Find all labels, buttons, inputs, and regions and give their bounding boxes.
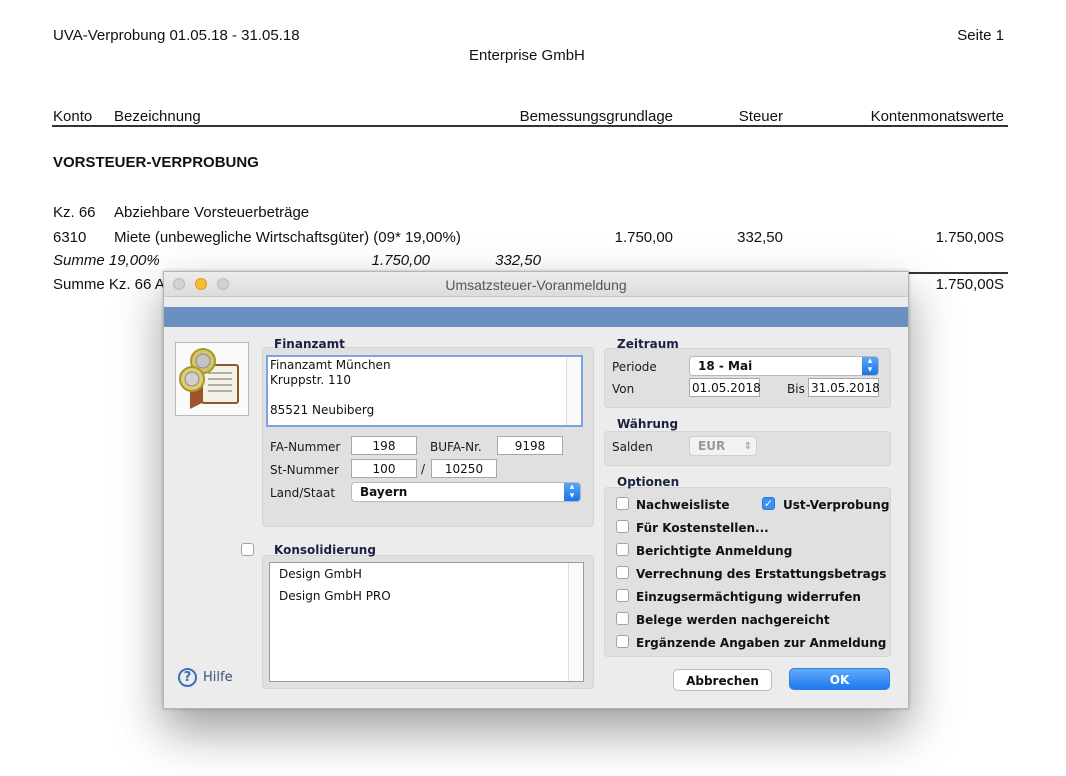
col-kontenmonatswerte: Kontenmonatswerte: [870, 108, 1004, 125]
summe-kz-label: Summe Kz. 66 A: [53, 276, 165, 293]
ust-verprobung-label: Ust-Verprobung: [783, 498, 890, 512]
optionen-heading: Optionen: [617, 475, 680, 489]
report-header-title: UVA-Verprobung 01.05.18 - 31.05.18: [53, 27, 300, 44]
belege-checkbox[interactable]: [616, 612, 629, 625]
summe-rate-steuer: 332,50: [495, 252, 541, 269]
group-label: Abziehbare Vorsteuerbeträge: [114, 204, 310, 221]
address-line: [270, 388, 579, 403]
summe-kz-wert: 1.750,00S: [935, 276, 1004, 293]
land-label: Land/Staat: [270, 486, 336, 500]
ergaenzende-angaben-label: Ergänzende Angaben zur Anmeldung: [636, 636, 887, 650]
section-title: VORSTEUER-VERPROBUNG: [53, 154, 259, 171]
help-label: Hilfe: [203, 670, 233, 685]
col-bemessung: Bemessungsgrundlage: [519, 108, 673, 125]
company-name: Enterprise GmbH: [469, 47, 585, 64]
col-konto: Konto: [53, 108, 93, 125]
list-item[interactable]: Design GmbH PRO: [279, 589, 391, 603]
von-label: Von: [612, 382, 635, 396]
chevron-updown-icon: ⇕: [743, 441, 752, 452]
summe-divider: [908, 272, 1008, 274]
periode-label: Periode: [612, 360, 657, 374]
bufa-label: BUFA-Nr.: [430, 440, 482, 454]
einzugsermaechtigung-checkbox[interactable]: [616, 589, 629, 602]
periode-value: 18 - Mai: [698, 359, 753, 373]
konsolidierung-checkbox[interactable]: [241, 543, 254, 556]
salden-value: EUR: [698, 439, 726, 453]
summe-rate-bemessung: 1.750,00: [371, 252, 430, 269]
ergaenzende-angaben-checkbox[interactable]: [616, 635, 629, 648]
berichtigte-anmeldung-label: Berichtigte Anmeldung: [636, 544, 793, 558]
help-icon: ?: [178, 668, 197, 687]
ust-verprobung-checkbox[interactable]: ✓: [762, 497, 775, 510]
konsolidierung-list[interactable]: Design GmbH Design GmbH PRO: [269, 562, 584, 682]
col-steuer: Steuer: [738, 108, 783, 125]
von-date-field[interactable]: 01.05.2018: [689, 378, 761, 397]
row-konto: 6310: [53, 229, 87, 246]
kostenstellen-checkbox[interactable]: [616, 520, 629, 533]
ok-button[interactable]: OK: [789, 668, 890, 690]
page-number: Seite 1: [957, 27, 1004, 44]
bufa-field[interactable]: 9198: [497, 436, 563, 455]
finanzamt-address-textarea[interactable]: Finanzamt München Kruppstr. 110 85521 Ne…: [266, 355, 583, 427]
nachweisliste-label: Nachweisliste: [636, 498, 730, 512]
header-divider: [52, 125, 1008, 127]
land-value: Bayern: [360, 485, 408, 499]
st-nummer-label: St-Nummer: [270, 463, 339, 477]
bis-date-field[interactable]: 31.05.2018: [808, 378, 880, 397]
chevron-updown-icon: ▴ ▾: [564, 483, 580, 501]
address-line: 85521 Neubiberg: [270, 403, 375, 417]
st-nummer-field-1[interactable]: 100: [351, 459, 417, 478]
title-bar[interactable]: Umsatzsteuer-Voranmeldung: [164, 272, 908, 297]
row-bemessung: 1.750,00: [614, 229, 673, 246]
finanzamt-heading: Finanzamt: [274, 337, 345, 351]
zeitraum-heading: Zeitraum: [617, 337, 679, 351]
coins-book-icon: [175, 342, 249, 416]
nachweisliste-checkbox[interactable]: [616, 497, 629, 510]
address-scrollbar[interactable]: [566, 357, 581, 425]
summe-rate-label: Summe 19,00%: [53, 252, 160, 269]
address-line: Kruppstr. 110: [270, 373, 351, 387]
group-kz: Kz. 66: [53, 204, 96, 221]
periode-select[interactable]: 18 - Mai ▴ ▾: [689, 356, 879, 376]
konsolidierung-heading: Konsolidierung: [274, 543, 376, 557]
verrechnung-label: Verrechnung des Erstattungsbetrags: [636, 567, 887, 581]
land-select[interactable]: Bayern ▴ ▾: [351, 482, 581, 502]
waehrung-heading: Währung: [617, 417, 679, 431]
row-bezeichnung: Miete (unbewegliche Wirtschaftsgüter) (0…: [114, 229, 461, 246]
header-band: [164, 307, 908, 327]
belege-label: Belege werden nachgereicht: [636, 613, 830, 627]
salden-select[interactable]: EUR ⇕: [689, 436, 757, 456]
bis-label: Bis: [787, 382, 805, 396]
st-nummer-field-2[interactable]: 10250: [431, 459, 497, 478]
fa-nummer-label: FA-Nummer: [270, 440, 341, 454]
dialog-title: Umsatzsteuer-Voranmeldung: [445, 277, 627, 293]
address-line: Finanzamt München: [270, 358, 391, 372]
einzugsermaechtigung-label: Einzugsermächtigung widerrufen: [636, 590, 861, 604]
kostenstellen-label: Für Kostenstellen...: [636, 521, 769, 535]
list-item[interactable]: Design GmbH: [279, 567, 362, 581]
cancel-button[interactable]: Abbrechen: [673, 669, 772, 691]
row-wert: 1.750,00S: [935, 229, 1004, 246]
row-steuer: 332,50: [737, 229, 783, 246]
fa-nummer-field[interactable]: 198: [351, 436, 417, 455]
col-bezeichnung: Bezeichnung: [114, 108, 201, 125]
chevron-updown-icon: ▴ ▾: [862, 357, 878, 375]
ust-voranmeldung-dialog: Umsatzsteuer-Voranmeldung Finanzamt Fina…: [163, 271, 909, 709]
verrechnung-checkbox[interactable]: [616, 566, 629, 579]
salden-label: Salden: [612, 440, 653, 454]
list-scrollbar[interactable]: [568, 563, 583, 681]
st-nummer-separator: /: [421, 462, 426, 476]
berichtigte-anmeldung-checkbox[interactable]: [616, 543, 629, 556]
